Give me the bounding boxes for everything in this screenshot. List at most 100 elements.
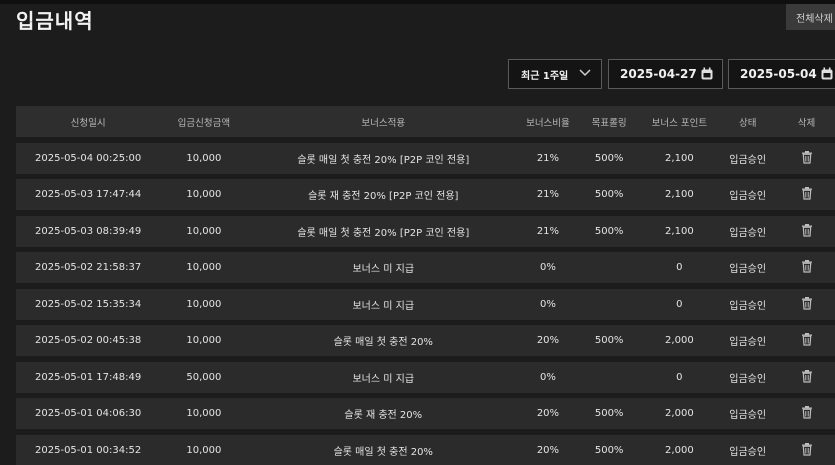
table-row: 2025-05-01 04:06:30 10,000 슬롯 재 충전 20% 20% 5… (16, 398, 835, 429)
cell-bonus: 슬롯 매일 첫 충전 20% [P2P 코인 전용] (297, 154, 470, 166)
cell-datetime: 2025-05-04 00:25:00 (35, 152, 142, 164)
cell-ratio: 21% (536, 152, 560, 164)
chevron-down-icon (578, 68, 592, 81)
cell-datetime: 2025-05-02 21:58:37 (35, 262, 142, 273)
cell-datetime: 2025-05-02 00:45:38 (35, 335, 142, 346)
cell-points: 2,100 (665, 225, 694, 237)
trash-icon[interactable] (800, 442, 814, 456)
top-bar (0, 0, 835, 4)
cell-rolling: 500% (594, 335, 624, 346)
cell-datetime: 2025-05-01 04:06:30 (35, 408, 142, 419)
table-row: 2025-05-02 00:45:38 10,000 슬롯 매일 첫 충전 20% 2… (16, 325, 835, 356)
cell-datetime: 2025-05-03 17:47:44 (35, 189, 142, 200)
header-bonus: 보너스적용 (361, 117, 406, 129)
deposit-history-table: 신청일시 입금신청금액 보너스적용 보너스비율 목표롤링 보너스 포인트 상태 … (16, 106, 835, 465)
cell-bonus: 슬롯 매일 첫 충전 20% (333, 446, 433, 458)
header-datetime: 신청일시 (70, 117, 106, 129)
cell-status: 입금승인 (729, 373, 767, 385)
table-row: 2025-05-01 17:48:49 50,000 보너스 미 지급 0% 0 입금승인 (16, 361, 835, 393)
cell-datetime: 2025-05-01 17:48:49 (35, 371, 142, 383)
cell-bonus: 슬롯 재 충전 20% (344, 410, 423, 421)
cell-datetime: 2025-05-01 00:34:52 (35, 444, 142, 456)
trash-icon[interactable] (800, 296, 814, 310)
cell-amount: 10,000 (186, 262, 222, 273)
cell-ratio: 20% (536, 408, 560, 419)
cell-status: 입금승인 (729, 410, 767, 421)
cell-status: 입금승인 (729, 337, 767, 348)
cell-delete (778, 150, 835, 167)
cell-delete (778, 296, 835, 313)
table-row: 2025-05-01 00:34:52 10,000 슬롯 매일 첫 충전 20% 2… (16, 434, 835, 465)
header-delete: 삭제 (797, 117, 816, 129)
cell-points: 0 (676, 298, 683, 310)
cell-status: 입금승인 (729, 300, 767, 312)
header-amount: 입금신청금액 (177, 117, 231, 129)
delete-all-button[interactable]: 전체삭제 (786, 4, 835, 30)
cell-status: 입금승인 (729, 154, 767, 166)
cell-points: 0 (676, 371, 683, 383)
cell-amount: 10,000 (186, 335, 222, 346)
trash-icon[interactable] (800, 186, 814, 200)
cell-status: 입금승인 (729, 446, 767, 458)
cell-rolling: 500% (594, 152, 624, 164)
cell-ratio: 21% (536, 225, 560, 237)
trash-icon[interactable] (800, 259, 814, 273)
cell-datetime: 2025-05-03 08:39:49 (35, 225, 142, 237)
cell-rolling: 500% (594, 444, 624, 456)
cell-status: 입금승인 (729, 264, 767, 275)
calendar-icon[interactable] (820, 67, 834, 81)
period-select-value: 최근 1주일 (521, 70, 569, 82)
cell-ratio: 21% (536, 189, 560, 200)
cell-bonus: 슬롯 매일 첫 충전 20% [P2P 코인 전용] (297, 227, 470, 239)
cell-ratio: 0% (539, 371, 556, 383)
cell-points: 2,000 (665, 408, 694, 419)
cell-delete (778, 332, 835, 349)
cell-points: 2,100 (665, 152, 694, 164)
cell-points: 2,000 (665, 444, 694, 456)
date-from-input[interactable]: 2025-04-27 (608, 59, 723, 89)
cell-delete (778, 259, 835, 276)
header-ratio: 보너스비율 (526, 117, 570, 129)
cell-delete (778, 369, 835, 386)
cell-ratio: 20% (536, 444, 560, 456)
table-row: 2025-05-02 15:35:34 10,000 보너스 미 지급 0% 0 입금승인 (16, 288, 835, 320)
table-row: 2025-05-04 00:25:00 10,000 슬롯 매일 첫 충전 20% … (16, 142, 835, 174)
trash-icon[interactable] (800, 150, 814, 164)
cell-ratio: 20% (536, 335, 560, 346)
cell-datetime: 2025-05-02 15:35:34 (35, 298, 142, 310)
cell-bonus: 슬롯 재 충전 20% [P2P 코인 전용] (308, 191, 459, 202)
cell-amount: 10,000 (186, 189, 222, 200)
cell-bonus: 보너스 미 지급 (352, 264, 415, 275)
header-status: 상태 (738, 117, 757, 129)
cell-amount: 50,000 (186, 371, 222, 383)
cell-delete (778, 186, 835, 203)
header-points: 보너스 포인트 (651, 117, 708, 129)
trash-icon[interactable] (800, 332, 814, 346)
cell-ratio: 0% (539, 262, 556, 273)
cell-bonus: 보너스 미 지급 (352, 373, 415, 385)
cell-bonus: 보너스 미 지급 (352, 300, 415, 312)
table-row: 2025-05-03 08:39:49 10,000 슬롯 매일 첫 충전 20% … (16, 215, 835, 247)
page-title: 입금내역 (16, 9, 94, 33)
cell-rolling: 500% (594, 225, 624, 237)
cell-points: 2,000 (665, 335, 694, 346)
cell-amount: 10,000 (186, 408, 222, 419)
cell-rolling: 500% (594, 189, 624, 200)
cell-delete (778, 442, 835, 459)
trash-icon[interactable] (800, 369, 814, 383)
date-from-value: 2025-04-27 (620, 67, 697, 81)
cell-amount: 10,000 (186, 444, 222, 456)
cell-delete (778, 405, 835, 422)
cell-amount: 10,000 (186, 152, 222, 164)
trash-icon[interactable] (800, 223, 814, 237)
calendar-icon[interactable] (700, 67, 714, 81)
trash-icon[interactable] (800, 405, 814, 419)
cell-amount: 10,000 (186, 298, 222, 310)
cell-ratio: 0% (539, 298, 556, 310)
table-header: 신청일시 입금신청금액 보너스적용 보너스비율 목표롤링 보너스 포인트 상태 … (16, 106, 835, 137)
table-row: 2025-05-03 17:47:44 10,000 슬롯 재 충전 20% [P2… (16, 179, 835, 210)
date-to-input[interactable]: 2025-05-04 (728, 59, 835, 89)
cell-status: 입금승인 (729, 191, 767, 202)
period-select[interactable]: 최근 1주일 (508, 59, 602, 89)
cell-status: 입금승인 (729, 227, 767, 239)
